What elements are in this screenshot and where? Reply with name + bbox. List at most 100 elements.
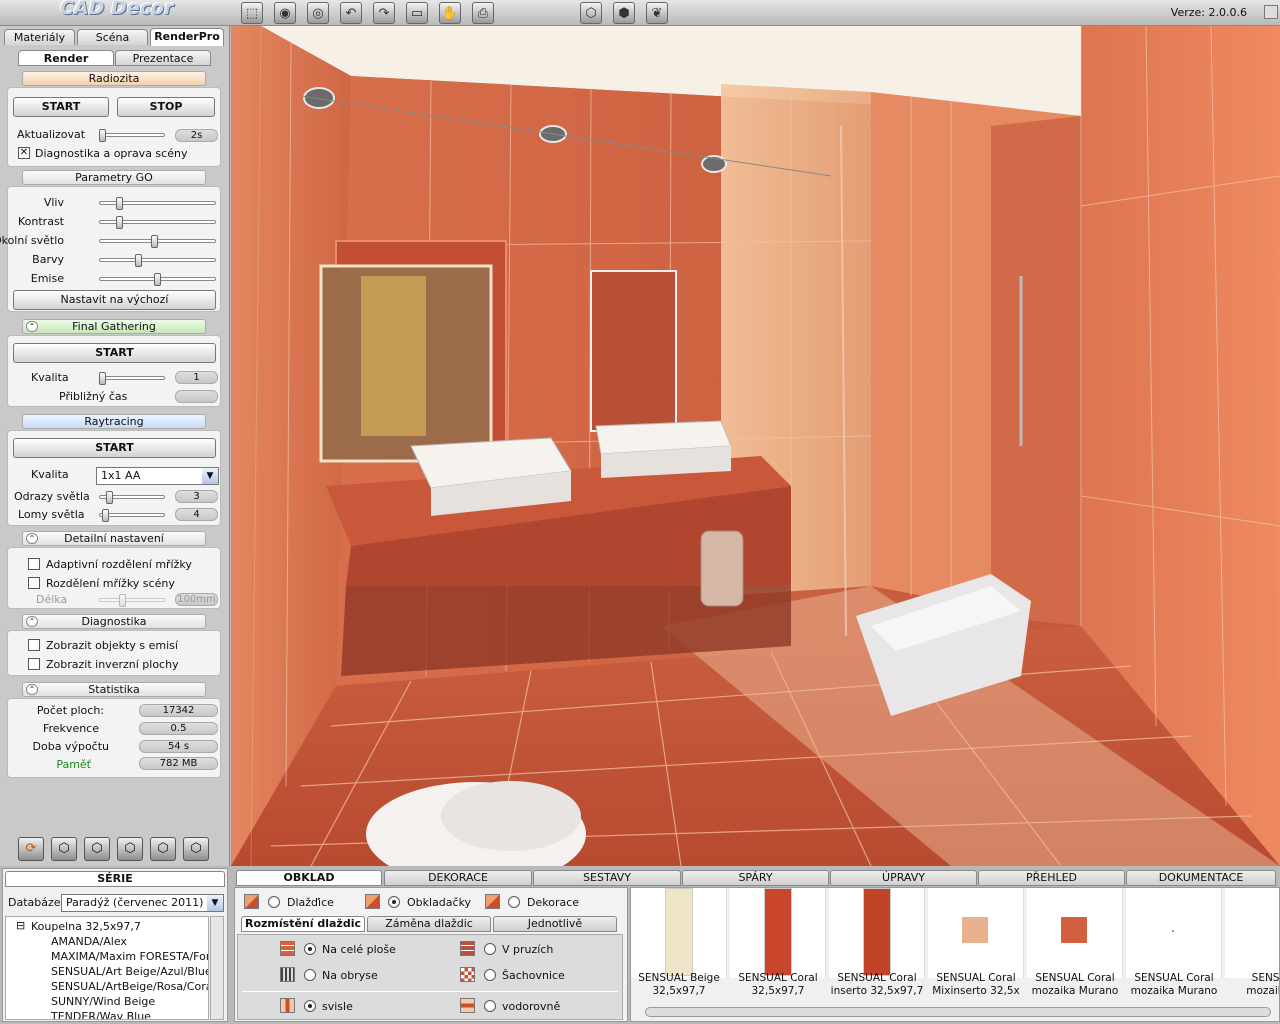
undo-icon[interactable]: ↶ (340, 2, 362, 24)
tree-item[interactable]: SUNNY/Wind Beige (51, 995, 155, 1008)
rt-quality-select[interactable]: 1x1 AA ▼ (96, 467, 219, 485)
tile-swatch[interactable] (928, 888, 1024, 978)
type-wall-radio[interactable] (388, 896, 400, 908)
strips-radio[interactable] (484, 943, 496, 955)
reflections-slider[interactable] (99, 491, 165, 504)
scene-grid-checkbox[interactable] (28, 577, 40, 589)
tab-materials[interactable]: Materiály (4, 29, 75, 45)
tree-item[interactable]: AMANDA/Alex (51, 935, 127, 948)
diagnostics-header[interactable]: ⌃ Diagnostika (22, 614, 206, 629)
cube-front-icon[interactable]: ⬡ (84, 837, 110, 861)
outline-radio[interactable] (304, 969, 316, 981)
cube-iso-icon[interactable]: ⬡ (183, 837, 209, 861)
tree-expand-icon[interactable]: ⊟ (16, 919, 25, 932)
subtab-individual[interactable]: Jednotlivě (493, 916, 617, 932)
raytracing-header[interactable]: Raytracing (22, 414, 206, 429)
tree-item[interactable]: Koupelna 32,5x97,7 (31, 920, 141, 933)
inverse-checkbox[interactable] (28, 658, 40, 670)
tab-dekorace[interactable]: DEKORACE (384, 870, 532, 886)
tab-renderpro[interactable]: RenderPro (150, 28, 224, 46)
tree-item[interactable]: TENDER/Wav Blue (51, 1010, 151, 1019)
tab-upravy[interactable]: ÚPRAVY (830, 870, 977, 886)
printer-icon[interactable]: ⎙ (472, 2, 494, 24)
length-slider (99, 594, 165, 607)
cube-side-icon[interactable]: ⬡ (117, 837, 143, 861)
tab-scene[interactable]: Scéna (77, 29, 148, 45)
whole-surface-radio[interactable] (304, 943, 316, 955)
reset-defaults-button[interactable]: Nastavit na výchozí (13, 290, 216, 310)
chevron-down-icon[interactable]: ▼ (207, 895, 223, 911)
subtab-presentation[interactable]: Prezentace (115, 50, 211, 66)
radiosity-header[interactable]: Radiozita (22, 71, 206, 86)
subtab-placement[interactable]: Rozmístění dlaždic (241, 916, 365, 932)
tab-obklad[interactable]: OBKLAD (236, 870, 382, 886)
collapse-icon[interactable]: ⌃ (26, 321, 38, 332)
tile-swatch[interactable] (829, 888, 925, 978)
series-panel: SÉRIE Databáze Paradýž (červenec 2011) ▼ … (2, 868, 228, 1022)
adaptive-grid-checkbox[interactable] (28, 558, 40, 570)
type-decor-radio[interactable] (508, 896, 520, 908)
chevron-down-icon[interactable]: ▼ (202, 468, 218, 484)
subtab-replace[interactable]: Záměna dlaždic (367, 916, 491, 932)
tab-spary[interactable]: SPÁRY (682, 870, 829, 886)
butterfly-icon[interactable]: ❦ (646, 2, 668, 24)
cube-top-icon[interactable]: ⬡ (150, 837, 176, 861)
tile-swatch[interactable] (1126, 888, 1222, 978)
tile-swatch[interactable] (1027, 888, 1123, 978)
update-slider[interactable] (99, 129, 165, 142)
go-param-slider[interactable] (99, 197, 216, 210)
database-select[interactable]: Paradýž (červenec 2011) ▼ (61, 894, 224, 912)
tab-dokumentace[interactable]: DOKUMENTACE (1126, 870, 1276, 886)
tree-item[interactable]: MAXIMA/Maxim FORESTA/For (51, 950, 208, 963)
render-viewport[interactable] (231, 26, 1280, 866)
series-tree[interactable]: ⊟ Koupelna 32,5x97,7 AMANDA/Alex MAXIMA/… (5, 916, 209, 1020)
fg-quality-slider[interactable] (99, 372, 165, 385)
collapse-icon[interactable]: ⌃ (26, 684, 38, 695)
refractions-slider[interactable] (99, 509, 165, 522)
tab-prehled[interactable]: PŘEHLED (978, 870, 1125, 886)
fg-start-button[interactable]: START (13, 343, 216, 363)
refresh-icon[interactable]: ⟳ (18, 837, 44, 861)
collapse-icon[interactable]: ⌃ (26, 616, 38, 627)
statistics-header[interactable]: ⌃ Statistika (22, 682, 206, 697)
go-params-header[interactable]: Parametry GO (22, 170, 206, 185)
tree-scrollbar[interactable] (210, 916, 224, 1020)
tile-size: mozaika Murano (1130, 985, 1218, 997)
radiosity-start-button[interactable]: START (13, 97, 109, 117)
type-floor-radio[interactable] (268, 896, 280, 908)
window-close-icon[interactable] (1264, 5, 1278, 19)
cube-solid-icon[interactable]: ⬢ (613, 2, 635, 24)
hand-icon[interactable]: ✋ (439, 2, 461, 24)
diagnostics-checkbox[interactable]: ✕ (18, 147, 30, 159)
tile-swatch[interactable] (1225, 888, 1279, 978)
statistics-title: Statistika (88, 683, 140, 696)
go-param-slider[interactable] (99, 216, 216, 229)
tile-swatch[interactable] (631, 888, 727, 978)
final-gathering-header[interactable]: ⌃ Final Gathering (22, 319, 206, 334)
checker-radio[interactable] (484, 969, 496, 981)
eye-icon[interactable]: ◎ (307, 2, 329, 24)
go-param-slider[interactable] (99, 254, 216, 267)
emission-checkbox[interactable] (28, 639, 40, 651)
gallery-scrollbar[interactable] (645, 1007, 1271, 1017)
redo-icon[interactable]: ↷ (373, 2, 395, 24)
vertical-radio[interactable] (304, 1000, 316, 1012)
rt-start-button[interactable]: START (13, 438, 216, 458)
cube-view-icon[interactable]: ⬡ (51, 837, 77, 861)
window-icon[interactable]: ▭ (406, 2, 428, 24)
view-icon[interactable]: ◉ (274, 2, 296, 24)
go-param-slider[interactable] (99, 235, 216, 248)
horizontal-radio[interactable] (484, 1000, 496, 1012)
go-param-slider[interactable] (99, 273, 216, 286)
select-icon[interactable]: ⬚ (241, 2, 263, 24)
tree-item[interactable]: SENSUAL/ArtBeige/Rosa/Cora (51, 980, 208, 993)
tile-swatch[interactable] (730, 888, 826, 978)
detail-settings-header[interactable]: ⌃ Detailní nastavení (22, 531, 206, 546)
collapse-icon[interactable]: ⌃ (26, 533, 38, 544)
tab-sestavy[interactable]: SESTAVY (533, 870, 681, 886)
tile-preview (863, 888, 891, 976)
cube-wire-icon[interactable]: ⬡ (580, 2, 602, 24)
subtab-render[interactable]: Render (18, 50, 114, 66)
radiosity-stop-button[interactable]: STOP (117, 97, 215, 117)
tree-item[interactable]: SENSUAL/Art Beige/Azul/Blue (51, 965, 208, 978)
